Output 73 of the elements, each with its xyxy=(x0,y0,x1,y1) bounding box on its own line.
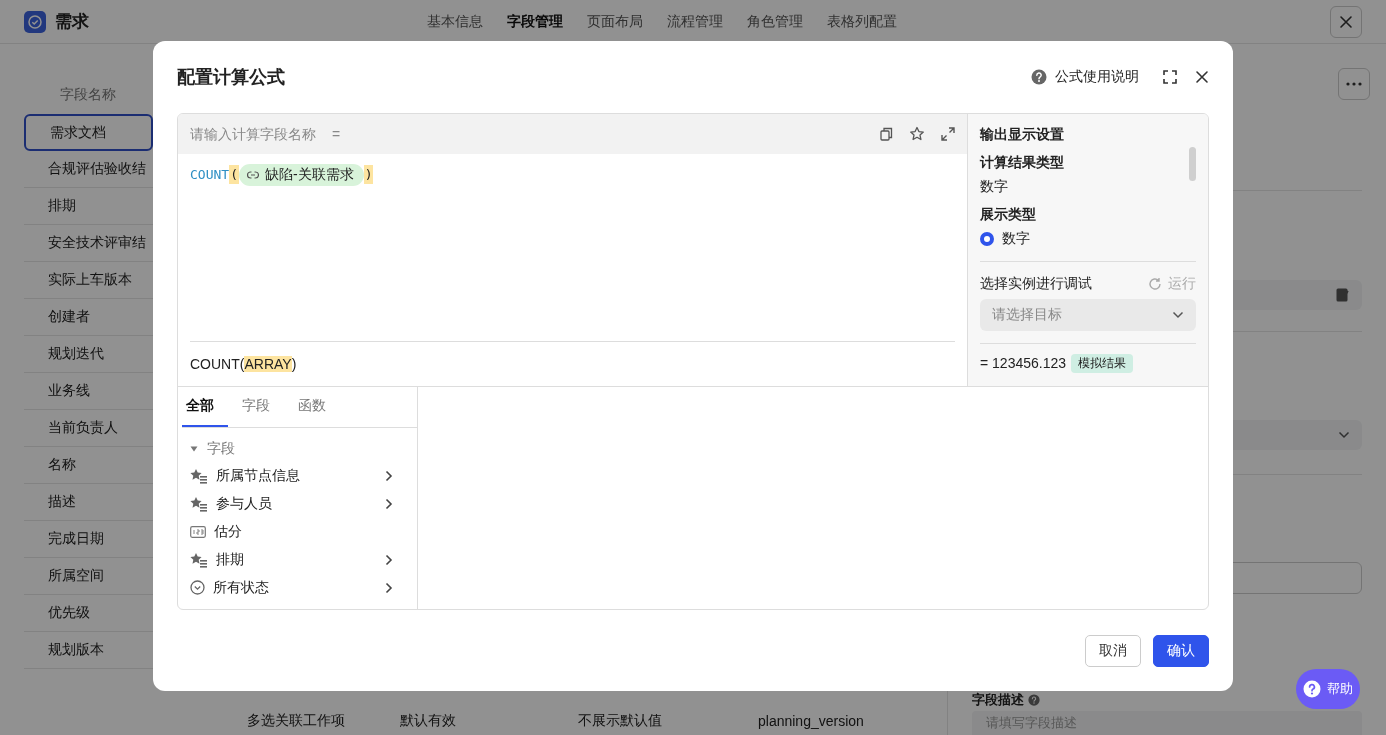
field-label: 字段描述 xyxy=(972,691,1024,710)
star-list-icon xyxy=(190,495,208,512)
star-list-icon xyxy=(190,467,208,484)
field-label: 展示类型 xyxy=(980,205,1036,224)
field-list-item[interactable]: 需求文档 xyxy=(24,114,153,151)
star-list-icon xyxy=(190,551,208,568)
chevron-right-icon xyxy=(385,581,393,594)
table-cell-text: 默认有效 xyxy=(400,711,457,730)
dialog-title: 配置计算公式 xyxy=(177,65,286,89)
tree-item[interactable]: 所有状态 xyxy=(178,573,417,602)
nav-tab[interactable]: 角色管理 xyxy=(747,12,803,31)
help-link[interactable]: 公式使用说明 xyxy=(1031,67,1139,86)
section-title: 选择实例进行调试 xyxy=(980,274,1092,293)
close-button[interactable] xyxy=(1195,69,1209,84)
field-chip[interactable]: 缺陷-关联需求 xyxy=(238,163,364,186)
nav-tab[interactable]: 页面布局 xyxy=(587,12,643,31)
star-icon[interactable] xyxy=(909,125,925,142)
function-signature: COUNT(ARRAY) xyxy=(190,355,297,372)
paren-token: ) xyxy=(363,165,374,185)
chevron-down-icon xyxy=(1172,310,1184,319)
picker-tab[interactable]: 全部 xyxy=(182,386,228,427)
chevron-down-icon xyxy=(1338,430,1350,439)
chevron-right-icon xyxy=(385,553,393,566)
picker-tab[interactable]: 函数 xyxy=(294,386,340,427)
app-title: 需求 xyxy=(55,11,89,33)
field-label: 计算结果类型 xyxy=(980,153,1064,172)
nav-tab[interactable]: 字段管理 xyxy=(507,12,563,31)
close-icon xyxy=(1195,69,1209,84)
equals-sign: = xyxy=(332,125,341,142)
radio-button[interactable] xyxy=(980,231,994,246)
close-icon xyxy=(1339,14,1353,29)
table-cell-text: 多选关联工作项 xyxy=(247,711,346,730)
refresh-icon xyxy=(1148,276,1162,291)
tree-group[interactable]: 字段 xyxy=(190,435,417,462)
radio-label: 数字 xyxy=(1002,229,1030,248)
column-header: 字段名称 xyxy=(60,86,116,104)
tree-item[interactable]: 估分 xyxy=(178,517,417,546)
chevron-right-icon xyxy=(385,497,393,510)
nav-tab[interactable]: 表格列配置 xyxy=(827,12,897,31)
chip-label: 缺陷-关联需求 xyxy=(264,165,354,184)
copy-icon[interactable] xyxy=(880,126,893,141)
caret-icon xyxy=(190,445,198,452)
status-icon xyxy=(190,580,205,596)
nav-tab[interactable]: 基本信息 xyxy=(427,12,483,31)
help-icon xyxy=(1028,694,1040,707)
help-icon xyxy=(1303,680,1321,698)
chevron-right-icon xyxy=(385,469,393,482)
tree-item[interactable]: 参与人员 xyxy=(178,489,417,518)
confirm-button[interactable]: 确认 xyxy=(1153,635,1209,667)
function-token: COUNT xyxy=(190,167,230,183)
paren-token: ( xyxy=(229,165,239,185)
result-badge: 模拟结果 xyxy=(1071,353,1134,373)
scrollbar-thumb[interactable] xyxy=(1189,146,1196,181)
field-value: 数字 xyxy=(980,177,1008,196)
tree-item[interactable]: 所属节点信息 xyxy=(178,461,417,490)
table-cell-text: 不展示默认值 xyxy=(578,711,663,730)
help-icon xyxy=(1031,68,1047,85)
section-title: 输出显示设置 xyxy=(980,125,1064,144)
app-logo-icon xyxy=(24,10,46,33)
fullscreen-icon xyxy=(1163,69,1177,84)
result-value: = 123456.123 xyxy=(980,355,1067,372)
picker-tab[interactable]: 字段 xyxy=(238,386,284,427)
table-cell-text: planning_version xyxy=(758,712,865,729)
name-field[interactable]: 请输入计算字段名称 xyxy=(190,125,326,142)
link-icon xyxy=(246,168,259,181)
more-icon xyxy=(1346,81,1362,86)
cancel-button[interactable]: 取消 xyxy=(1085,635,1141,667)
tree-item[interactable]: 排期 xyxy=(178,545,417,574)
nav-tab[interactable]: 流程管理 xyxy=(667,12,723,31)
number-icon xyxy=(190,524,206,539)
target-select[interactable]: 请选择目标 xyxy=(980,298,1196,331)
fullscreen-button[interactable] xyxy=(1163,69,1177,84)
expand-icon[interactable] xyxy=(941,126,955,141)
